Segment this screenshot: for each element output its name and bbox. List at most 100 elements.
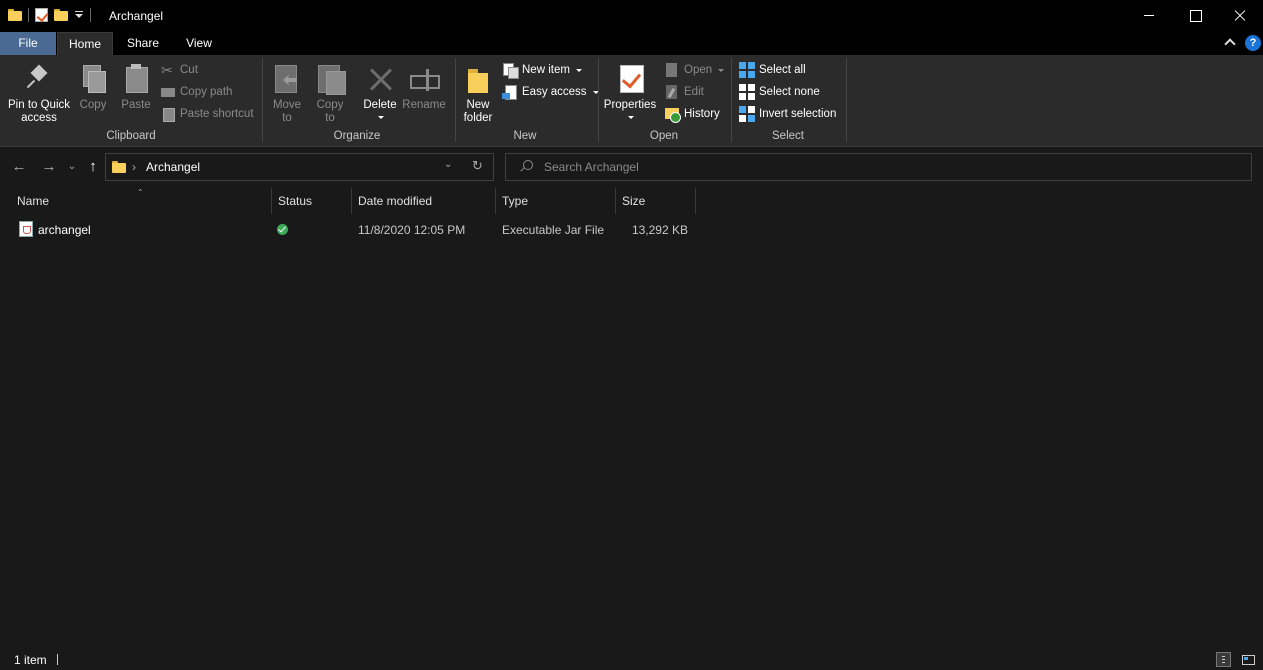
group-divider bbox=[598, 58, 599, 142]
customize-toolbar-icon[interactable] bbox=[74, 10, 84, 20]
large-icons-view-icon[interactable] bbox=[1240, 652, 1255, 667]
edit-button[interactable]: Edit bbox=[664, 83, 704, 101]
history-button[interactable]: History bbox=[664, 105, 720, 123]
forward-arrow-icon[interactable]: → bbox=[40, 158, 58, 176]
divider bbox=[28, 8, 29, 22]
file-row[interactable]: archangel 11/8/2020 12:05 PM Executable … bbox=[11, 219, 696, 241]
copy-path-button[interactable]: Copy path bbox=[160, 83, 232, 101]
breadcrumb-chevron-icon[interactable]: › bbox=[132, 160, 136, 174]
status-bar: 1 item bbox=[0, 648, 1263, 670]
rename-button[interactable]: Rename bbox=[402, 63, 446, 112]
file-type: Executable Jar File bbox=[502, 223, 605, 237]
properties-icon[interactable] bbox=[35, 8, 48, 22]
collapse-ribbon-icon[interactable] bbox=[1225, 38, 1235, 46]
new-folder-label-line2: folder bbox=[463, 112, 493, 124]
column-header-name[interactable]: Name bbox=[11, 188, 272, 214]
search-box[interactable] bbox=[505, 153, 1252, 181]
tab-share[interactable]: Share bbox=[118, 32, 168, 55]
divider bbox=[90, 8, 91, 22]
address-dropdown-icon[interactable]: ⌄ bbox=[444, 159, 452, 170]
group-label-organize: Organize bbox=[333, 130, 381, 142]
group-divider bbox=[731, 58, 732, 142]
properties-button[interactable]: Properties bbox=[602, 63, 658, 125]
history-label: History bbox=[684, 108, 720, 120]
paste-shortcut-label: Paste shortcut bbox=[180, 108, 254, 120]
close-button[interactable] bbox=[1217, 0, 1263, 32]
folder-icon bbox=[112, 161, 126, 173]
search-input[interactable] bbox=[544, 158, 1234, 176]
chevron-down-icon bbox=[575, 68, 582, 72]
paste-shortcut-button[interactable]: Paste shortcut bbox=[160, 105, 254, 123]
select-all-label: Select all bbox=[759, 64, 806, 76]
column-header-date-modified[interactable]: Date modified bbox=[352, 188, 496, 214]
pin-icon bbox=[23, 63, 55, 95]
copy-button[interactable]: Copy bbox=[76, 63, 110, 112]
pin-label-line1: Pin to Quick bbox=[8, 99, 70, 111]
recent-locations-chevron-icon[interactable]: ⌄ bbox=[66, 158, 78, 176]
refresh-icon[interactable]: ↻ bbox=[472, 158, 483, 174]
cut-button[interactable]: Cut bbox=[160, 61, 198, 79]
group-label-open: Open bbox=[649, 130, 679, 142]
address-bar[interactable]: › Archangel ⌄ ↻ bbox=[105, 153, 494, 181]
open-button[interactable]: Open bbox=[664, 61, 725, 79]
select-none-label: Select none bbox=[759, 86, 820, 98]
copy-label: Copy bbox=[79, 99, 107, 111]
quick-access-toolbar bbox=[8, 8, 91, 22]
tab-home[interactable]: Home bbox=[57, 32, 113, 55]
breadcrumb[interactable]: Archangel bbox=[146, 160, 200, 174]
up-arrow-icon[interactable]: ↑ bbox=[85, 158, 101, 176]
cut-label: Cut bbox=[180, 64, 198, 76]
select-none-button[interactable]: Select none bbox=[739, 83, 820, 101]
maximize-button[interactable] bbox=[1172, 0, 1218, 32]
copy-to-button[interactable]: Copy to bbox=[311, 63, 349, 125]
folder-icon[interactable] bbox=[8, 9, 22, 21]
rename-icon bbox=[408, 63, 440, 95]
move-label-line1: Move bbox=[272, 99, 302, 111]
copy-path-icon bbox=[160, 84, 176, 100]
tab-file[interactable]: File bbox=[0, 32, 56, 55]
copy-to-label-line1: Copy bbox=[316, 99, 344, 111]
minimize-button[interactable] bbox=[1126, 0, 1172, 32]
rename-label: Rename bbox=[402, 99, 446, 111]
new-item-label: New item bbox=[522, 64, 570, 76]
jar-file-icon bbox=[19, 221, 33, 237]
select-none-icon bbox=[739, 84, 755, 100]
easy-access-button[interactable]: Easy access bbox=[502, 83, 599, 101]
help-icon[interactable]: ? bbox=[1245, 35, 1261, 51]
pin-to-quick-access-button[interactable]: Pin to Quick access bbox=[4, 63, 74, 125]
properties-dropdown-icon[interactable] bbox=[602, 112, 658, 125]
delete-dropdown-icon[interactable] bbox=[360, 112, 400, 125]
new-item-button[interactable]: New item bbox=[502, 61, 582, 79]
status-divider bbox=[57, 654, 58, 665]
column-header-type[interactable]: Type bbox=[496, 188, 616, 214]
file-name: archangel bbox=[38, 223, 91, 237]
copy-to-icon bbox=[314, 63, 346, 95]
column-header-status[interactable]: Status bbox=[272, 188, 352, 214]
ribbon-tabs: File Home Share View bbox=[0, 32, 1263, 55]
new-folder-icon[interactable] bbox=[54, 9, 68, 21]
delete-button[interactable]: Delete bbox=[360, 63, 400, 125]
details-view-icon[interactable] bbox=[1216, 652, 1231, 667]
new-folder-button[interactable]: New folder bbox=[458, 63, 498, 125]
paste-button[interactable]: Paste bbox=[118, 63, 154, 112]
copy-icon bbox=[77, 63, 109, 95]
search-icon bbox=[520, 160, 533, 172]
properties-icon bbox=[614, 63, 646, 95]
group-label-clipboard: Clipboard bbox=[106, 130, 156, 142]
file-size: 13,292 KB bbox=[631, 223, 688, 237]
select-all-button[interactable]: Select all bbox=[739, 61, 806, 79]
move-to-icon bbox=[271, 63, 303, 95]
delete-label: Delete bbox=[363, 99, 397, 111]
move-to-button[interactable]: Move to bbox=[268, 63, 306, 125]
invert-selection-label: Invert selection bbox=[759, 108, 837, 120]
paste-shortcut-icon bbox=[160, 106, 176, 122]
copy-to-label-line2: to bbox=[325, 112, 335, 124]
open-label: Open bbox=[684, 64, 713, 76]
ribbon: Pin to Quick access Copy Paste Cut Copy … bbox=[0, 55, 1263, 147]
sync-status-icon bbox=[277, 224, 288, 235]
tab-view[interactable]: View bbox=[175, 32, 223, 55]
back-arrow-icon[interactable]: ← bbox=[10, 158, 28, 176]
invert-selection-button[interactable]: Invert selection bbox=[739, 105, 836, 123]
chevron-down-icon bbox=[718, 68, 725, 72]
column-header-size[interactable]: Size bbox=[616, 188, 696, 214]
